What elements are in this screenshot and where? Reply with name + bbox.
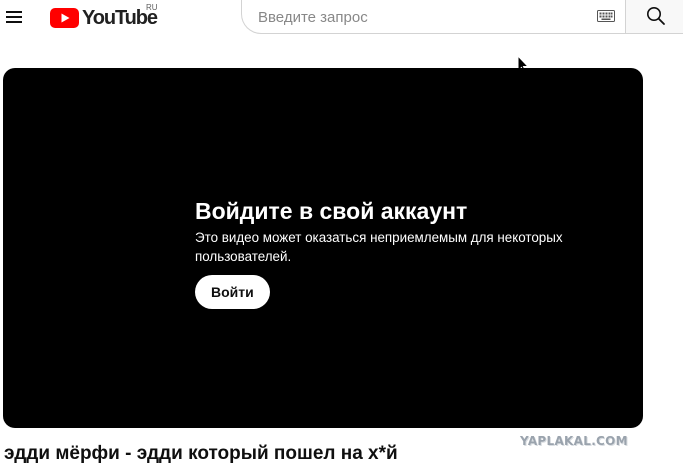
youtube-play-icon <box>50 8 79 28</box>
search-icon <box>647 7 665 25</box>
signin-title: Войдите в свой аккаунт <box>195 198 468 224</box>
masthead: YouTube RU <box>0 0 683 36</box>
video-player[interactable]: Войдите в свой аккаунт Это видео может о… <box>3 68 643 428</box>
hamburger-menu-icon[interactable] <box>4 8 24 26</box>
region-code: RU <box>146 3 158 12</box>
signin-prompt: Войдите в свой аккаунт Это видео может о… <box>195 198 615 309</box>
keyboard-icon[interactable] <box>597 10 615 22</box>
search-input[interactable] <box>258 5 578 29</box>
search-box <box>241 0 625 34</box>
search-button[interactable] <box>625 0 683 34</box>
video-title: эдди мёрфи - эдди который пошел на х*й <box>4 443 398 464</box>
age-restriction-message: Это видео может оказаться неприемлемым д… <box>195 230 563 264</box>
page: YouTube RU Введите запрос Войдите в свой… <box>0 0 683 472</box>
watermark: YAPLAKAL.COM <box>520 434 628 448</box>
signin-button[interactable]: Войти <box>195 275 270 309</box>
youtube-logo[interactable]: YouTube <box>50 5 158 31</box>
